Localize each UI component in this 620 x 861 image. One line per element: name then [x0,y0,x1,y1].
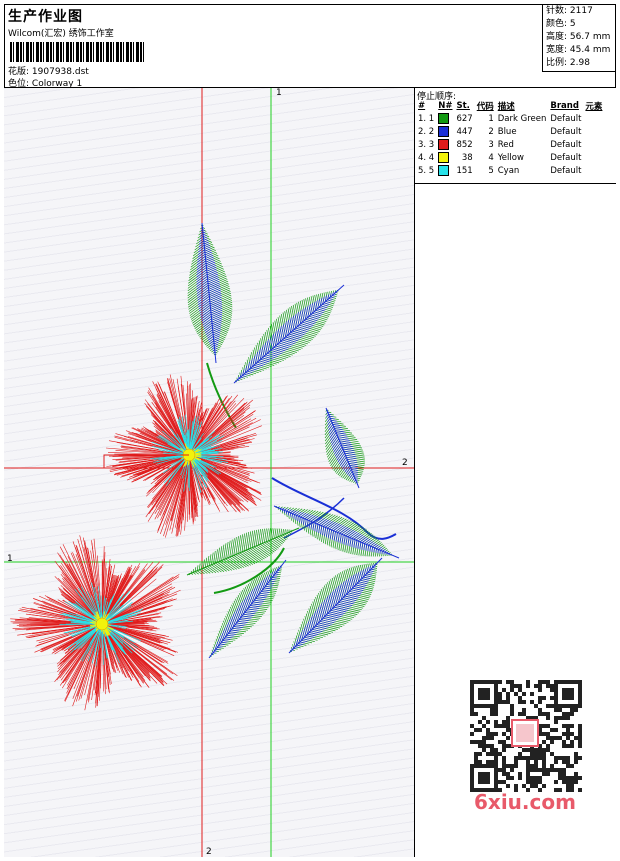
row-desc: Cyan [497,165,520,176]
row-element [583,164,604,177]
col-desc: 描述 [497,102,515,112]
row-stitches: 627 [456,113,473,124]
row-code: 3 [488,139,494,150]
color-swatch [438,139,450,150]
col-code: 代码 [476,102,494,112]
row-swatch [436,164,454,177]
guide-label-bottom: 2 [206,847,212,857]
stat-width: 宽度: 45.4 mm [546,45,611,55]
table-row: 4. 4 38 4 Yellow Default [416,151,604,164]
row-brand: Default [550,113,582,124]
row-swatch [436,125,454,138]
qr-code [470,680,582,792]
stat-stitches: 针数: 2117 [546,6,593,16]
row-element [583,112,604,125]
row-brand: Default [550,165,582,176]
row-brand: Default [550,152,582,163]
page-title: 生产作业图 [8,9,83,25]
row-index: 1. 1 [418,113,435,124]
stop-sequence-panel: 停止顺序: # N# St. 代码 描述 Brand 元素 1. 1 627 1 Da… [415,88,616,184]
row-index: 2. 2 [418,126,435,137]
row-desc: Yellow [497,152,524,163]
col-element: 元素 [585,102,603,112]
company-name: Wilcom(汇宏) 绣饰工作室 [8,29,114,39]
row-code: 2 [488,126,494,137]
table-row: 5. 5 151 5 Cyan Default [416,164,604,177]
stat-scale: 比例: 2.98 [546,58,590,68]
col-brand: Brand [550,101,579,111]
embroidery-design [4,88,414,857]
table-row: 1. 1 627 1 Dark Green Default [416,112,604,125]
row-code: 1 [488,113,494,124]
col-hash: # [418,101,426,111]
guide-label-right: 2 [402,458,408,468]
row-desc: Blue [497,126,517,137]
watermark: 6xiu.com [474,790,576,814]
row-stitches: 447 [456,126,473,137]
barcode [10,42,146,62]
guide-label-top: 1 [276,88,282,98]
row-index: 4. 4 [418,152,435,163]
col-stitches: St. [456,101,470,111]
guide-label-left: 1 [7,554,13,564]
row-element [583,151,604,164]
stop-sequence-table: # N# St. 代码 描述 Brand 元素 1. 1 627 1 Dark Gre… [416,100,604,177]
table-row: 2. 2 447 2 Blue Default [416,125,604,138]
row-swatch [436,151,454,164]
table-row: 3. 3 852 3 Red Default [416,138,604,151]
row-swatch [436,112,454,125]
row-element [583,138,604,151]
row-stitches: 151 [456,165,473,176]
design-canvas[interactable]: 1 2 1 2 [4,88,414,857]
row-stitches: 852 [456,139,473,150]
color-swatch [438,165,450,176]
stat-height: 高度: 56.7 mm [546,32,611,42]
row-code: 5 [488,165,494,176]
row-code: 4 [488,152,494,163]
header: 生产作业图 Wilcom(汇宏) 绣饰工作室 花版: 1907938.dst 色… [4,4,616,89]
color-swatch [438,126,450,137]
color-swatch [438,113,450,124]
table-header: # N# St. 代码 描述 Brand 元素 [416,100,604,112]
row-swatch [436,138,454,151]
row-stitches: 38 [461,152,473,163]
row-index: 3. 3 [418,139,435,150]
row-element [583,125,604,138]
row-desc: Dark Green [497,113,547,124]
row-index: 5. 5 [418,165,435,176]
stat-colors: 颜色: 5 [546,19,576,29]
row-desc: Red [497,139,514,150]
stats-panel: 针数: 2117 颜色: 5 高度: 56.7 mm 宽度: 45.4 mm 比… [542,4,616,72]
row-brand: Default [550,126,582,137]
col-n: N# [438,101,453,111]
row-brand: Default [550,139,582,150]
color-swatch [438,152,450,163]
